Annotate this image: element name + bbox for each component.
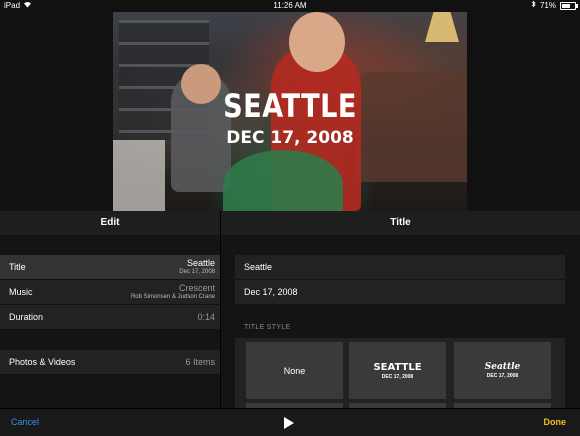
row-title[interactable]: Title Seattle Dec 17, 2008 bbox=[0, 255, 220, 280]
status-right: 71% bbox=[531, 0, 578, 12]
lamp-image bbox=[425, 12, 459, 42]
bluetooth-icon bbox=[531, 0, 536, 12]
style-script-date: DEC 17, 2008 bbox=[486, 373, 519, 379]
child-right-head-image bbox=[289, 12, 345, 72]
battery-percent: 71% bbox=[539, 1, 556, 10]
title-header: Title bbox=[221, 211, 580, 235]
row-title-label: Title bbox=[9, 262, 26, 272]
date-text-field[interactable]: Dec 17, 2008 bbox=[235, 280, 565, 304]
overlay-date: DEC 17, 2008 bbox=[226, 128, 354, 148]
title-style-label: TITLE STYLE bbox=[244, 324, 291, 331]
play-icon[interactable] bbox=[284, 417, 294, 429]
row-music-sub: Rob Simonsen & Judson Crane bbox=[130, 294, 215, 300]
row-music-label: Music bbox=[9, 287, 33, 297]
status-bar: iPad 11:26 AM 71% bbox=[0, 0, 580, 12]
done-button[interactable]: Done bbox=[544, 409, 567, 436]
overlay-title: SEATTLE bbox=[223, 87, 357, 125]
row-title-sub: Dec 17, 2008 bbox=[179, 269, 215, 275]
row-music-value: Crescent bbox=[178, 283, 215, 293]
title-panel: Seattle Dec 17, 2008 TITLE STYLE None SE… bbox=[221, 235, 580, 408]
row-duration-value: 0:14 bbox=[197, 312, 215, 322]
row-photos-label: Photos & Videos bbox=[9, 357, 76, 367]
toy-tree-image bbox=[223, 150, 343, 211]
style-bold-title: SEATTLE bbox=[373, 361, 422, 373]
style-bold-date: DEC 17, 2008 bbox=[381, 373, 414, 380]
video-preview[interactable]: SEATTLE DEC 17, 2008 bbox=[113, 12, 467, 211]
row-duration[interactable]: Duration 0:14 bbox=[0, 305, 220, 330]
style-none-label: None bbox=[283, 365, 306, 376]
style-tile-bold[interactable]: SEATTLE DEC 17, 2008 bbox=[349, 342, 446, 399]
video-preview-area: SEATTLE DEC 17, 2008 bbox=[0, 12, 580, 211]
row-title-value: Seattle bbox=[186, 258, 215, 268]
row-photos-value: 6 Items bbox=[185, 357, 215, 367]
title-style-grid: None SEATTLE DEC 17, 2008 Seattle DEC 17… bbox=[235, 338, 565, 408]
row-photos-videos[interactable]: Photos & Videos 6 Items bbox=[0, 350, 220, 375]
style-tile-none[interactable]: None bbox=[246, 342, 343, 399]
battery-icon bbox=[560, 2, 578, 10]
row-music[interactable]: Music Crescent Rob Simonsen & Judson Cra… bbox=[0, 280, 220, 305]
cancel-button[interactable]: Cancel bbox=[11, 409, 39, 436]
bottom-toolbar: Cancel Done bbox=[0, 408, 580, 436]
status-time: 11:26 AM bbox=[273, 1, 307, 10]
edit-panel: Title Seattle Dec 17, 2008 Music Crescen… bbox=[0, 235, 221, 408]
title-text-field[interactable]: Seattle bbox=[235, 255, 565, 279]
style-script-title: Seattle bbox=[484, 362, 521, 372]
edit-header: Edit bbox=[0, 211, 221, 235]
style-tile-script[interactable]: Seattle DEC 17, 2008 bbox=[454, 342, 551, 399]
row-duration-label: Duration bbox=[9, 312, 44, 322]
title-overlay: SEATTLE DEC 17, 2008 bbox=[113, 88, 467, 148]
chair-image bbox=[113, 140, 165, 211]
